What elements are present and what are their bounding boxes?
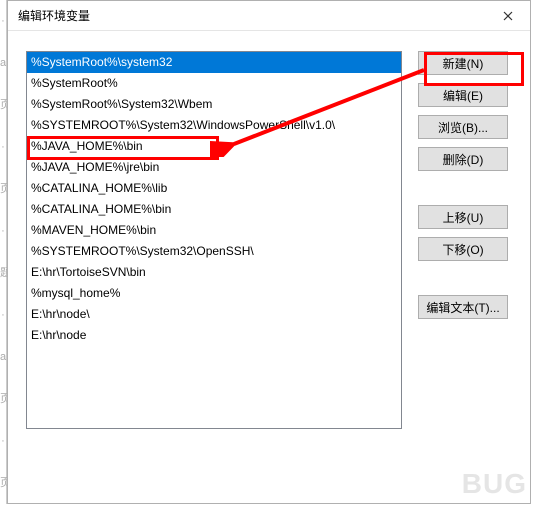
close-icon — [503, 11, 513, 21]
titlebar: 编辑环境变量 — [8, 1, 530, 31]
browse-button[interactable]: 浏览(B)... — [418, 115, 508, 139]
edit-env-var-dialog: 编辑环境变量 %SystemRoot%\system32%SystemRoot%… — [7, 0, 531, 504]
list-item[interactable]: %MAVEN_HOME%\bin — [27, 220, 401, 241]
list-item[interactable]: %SystemRoot% — [27, 73, 401, 94]
delete-button[interactable]: 删除(D) — [418, 147, 508, 171]
list-item[interactable]: E:\hr\node — [27, 325, 401, 346]
new-button[interactable]: 新建(N) — [418, 51, 508, 75]
list-item[interactable]: %CATALINA_HOME%\lib — [27, 178, 401, 199]
path-listbox[interactable]: %SystemRoot%\system32%SystemRoot%%System… — [26, 51, 402, 429]
move-up-button[interactable]: 上移(U) — [418, 205, 508, 229]
list-item[interactable]: %SystemRoot%\System32\Wbem — [27, 94, 401, 115]
list-item[interactable]: E:\hr\node\ — [27, 304, 401, 325]
list-item[interactable]: E:\hr\TortoiseSVN\bin — [27, 262, 401, 283]
edit-text-button[interactable]: 编辑文本(T)... — [418, 295, 508, 319]
edit-button[interactable]: 编辑(E) — [418, 83, 508, 107]
list-item[interactable]: %SYSTEMROOT%\System32\OpenSSH\ — [27, 241, 401, 262]
list-item[interactable]: %SystemRoot%\system32 — [27, 52, 401, 73]
close-button[interactable] — [485, 1, 530, 31]
list-item[interactable]: %SYSTEMROOT%\System32\WindowsPowerShell\… — [27, 115, 401, 136]
move-down-button[interactable]: 下移(O) — [418, 237, 508, 261]
list-item[interactable]: %CATALINA_HOME%\bin — [27, 199, 401, 220]
list-item[interactable]: %JAVA_HOME%\jre\bin — [27, 157, 401, 178]
dialog-title: 编辑环境变量 — [18, 7, 90, 24]
list-item[interactable]: %mysql_home% — [27, 283, 401, 304]
list-item[interactable]: %JAVA_HOME%\bin — [27, 136, 401, 157]
button-sidebar: 新建(N) 编辑(E) 浏览(B)... 删除(D) 上移(U) 下移(O) 编… — [418, 51, 508, 429]
